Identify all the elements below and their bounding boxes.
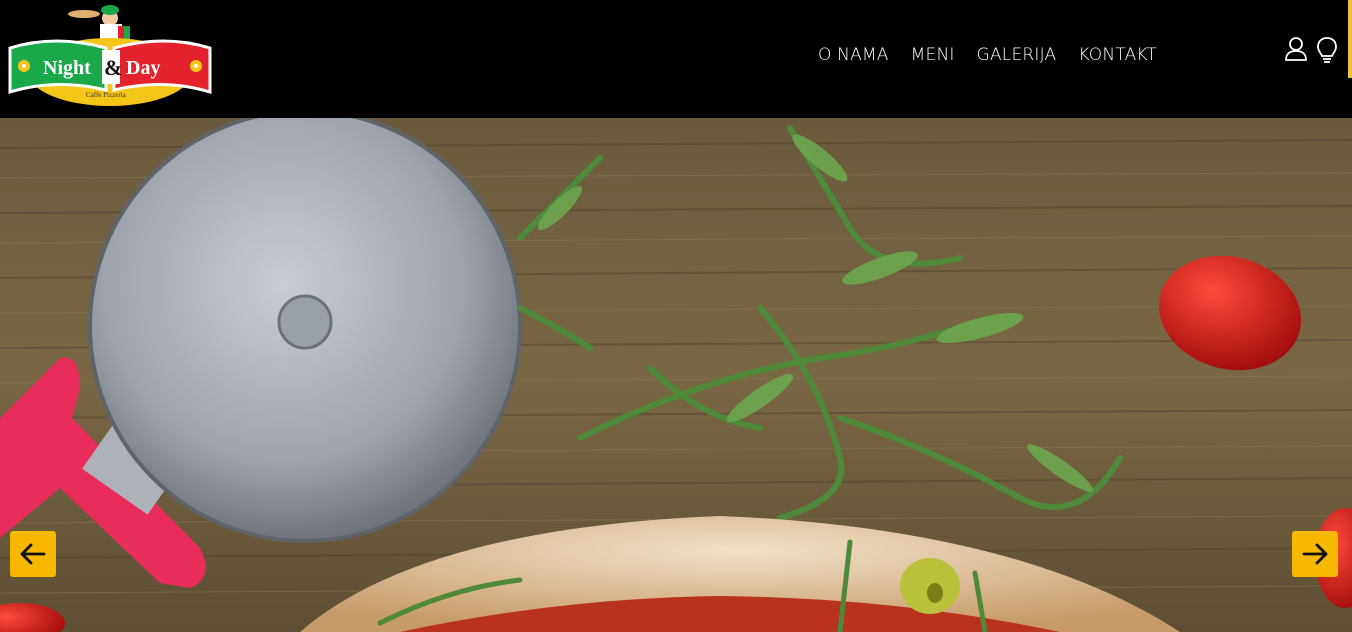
lightbulb-icon[interactable]: [1316, 36, 1338, 64]
nav-item-galerija[interactable]: GALERIJA: [977, 45, 1057, 65]
logo-text-right: Day: [126, 57, 160, 79]
arrow-left-icon: [20, 543, 46, 565]
header-icons: [1284, 36, 1338, 64]
slider-prev-button[interactable]: [10, 531, 56, 577]
hero-slider: [0, 118, 1352, 632]
nav-item-meni[interactable]: MENI: [911, 45, 955, 65]
hero-pizza-image: [0, 118, 1352, 632]
slider-next-button[interactable]: [1292, 531, 1338, 577]
main-nav: O NAMA MENI GALERIJA KONTAKT: [818, 45, 1157, 65]
logo-subtitle: Caffe Pizzeria: [86, 91, 127, 99]
scroll-accent: [1348, 0, 1352, 78]
arrow-right-icon: [1302, 543, 1328, 565]
nav-item-o-nama[interactable]: O NAMA: [818, 45, 889, 65]
logo-ampersand: &: [104, 55, 122, 80]
user-icon[interactable]: [1284, 36, 1308, 64]
logo-text-left: Night: [43, 57, 91, 79]
night-and-day-logo: Night & Day Caffe Pizzeria: [8, 5, 212, 106]
logo-link[interactable]: Night & Day Caffe Pizzeria: [6, 4, 214, 110]
site-header: Night & Day Caffe Pizzeria O NAMA MENI G…: [0, 0, 1352, 118]
nav-item-kontakt[interactable]: KONTAKT: [1078, 45, 1157, 65]
